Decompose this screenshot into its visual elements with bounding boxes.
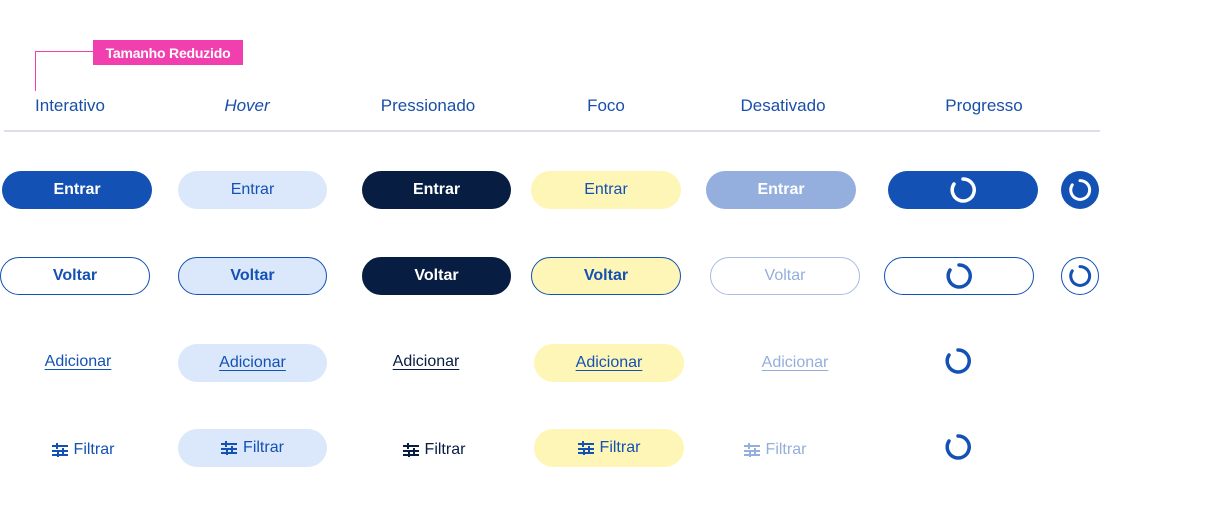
annotation-tag: Tamanho Reduzido (93, 40, 243, 65)
header-progresso: Progresso (945, 96, 1023, 115)
filter-button-interactive[interactable]: Filtrar (33, 431, 133, 469)
filter-label: Filtrar (765, 441, 807, 458)
primary-button-hover[interactable]: Entrar (178, 171, 327, 209)
filter-label: Filtrar (599, 439, 641, 456)
header-interativo: Interativo (35, 96, 105, 115)
secondary-button-focus[interactable]: Voltar (531, 257, 681, 295)
spinner-icon (946, 263, 972, 289)
spinner-icon (1069, 179, 1092, 201)
filter-button-disabled: Filtrar (725, 431, 825, 469)
filter-label: Filtrar (424, 441, 466, 458)
secondary-button-disabled: Voltar (710, 257, 860, 295)
sliders-icon (743, 443, 760, 457)
tertiary-link-disabled: Adicionar (761, 354, 829, 371)
header-desativado: Desativado (740, 96, 826, 115)
tertiary-link-hover[interactable]: Adicionar (178, 344, 327, 382)
filter-button-pressed[interactable]: Filtrar (384, 431, 484, 469)
annotation-connector-horizontal (35, 51, 93, 52)
tertiary-progress (944, 347, 972, 375)
secondary-button-hover[interactable]: Voltar (178, 257, 327, 295)
primary-button-pressed[interactable]: Entrar (362, 171, 511, 209)
spinner-icon (945, 348, 971, 374)
primary-button-progress (888, 171, 1038, 209)
primary-circle-button-progress (1061, 171, 1099, 209)
tertiary-link-pressed[interactable]: Adicionar (376, 343, 476, 381)
sliders-icon (221, 441, 238, 455)
secondary-button-progress (884, 257, 1034, 295)
primary-button-interactive[interactable]: Entrar (2, 171, 152, 209)
sliders-icon (402, 443, 419, 457)
tertiary-link-interactive[interactable]: Adicionar (28, 343, 128, 381)
secondary-button-interactive[interactable]: Voltar (0, 257, 150, 295)
header-pressionado: Pressionado (380, 96, 476, 115)
sliders-icon (577, 441, 594, 455)
tertiary-link-focus[interactable]: Adicionar (534, 344, 684, 382)
header-hover: Hover (224, 96, 270, 115)
annotation-connector-vertical (35, 51, 36, 91)
secondary-button-pressed[interactable]: Voltar (362, 257, 511, 295)
filter-label: Filtrar (243, 439, 284, 456)
primary-button-focus[interactable]: Entrar (531, 171, 681, 209)
sliders-icon (51, 443, 68, 457)
filter-button-focus[interactable]: Filtrar (534, 429, 684, 467)
spinner-icon (1069, 265, 1092, 287)
spinner-icon (945, 434, 971, 460)
spinner-icon (950, 177, 976, 203)
primary-button-disabled: Entrar (706, 171, 856, 209)
header-divider (4, 130, 1100, 132)
header-foco: Foco (587, 96, 625, 115)
filter-progress (944, 433, 972, 461)
secondary-circle-button-progress (1061, 257, 1099, 295)
filter-label: Filtrar (73, 441, 115, 458)
filter-button-hover[interactable]: Filtrar (178, 429, 327, 467)
